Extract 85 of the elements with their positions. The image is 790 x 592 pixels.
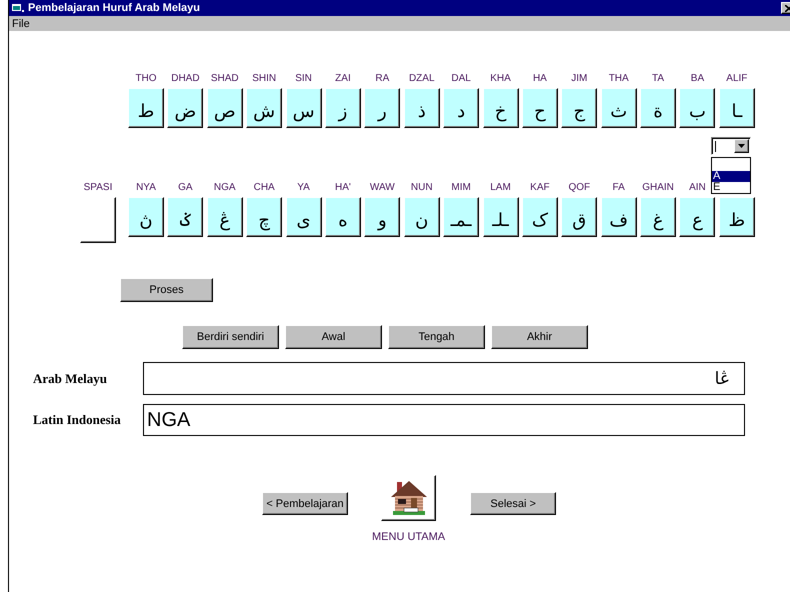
letter-label: QOF — [568, 181, 590, 195]
letter-key[interactable]: ـا — [718, 88, 755, 128]
dropdown-option[interactable]: A — [712, 171, 750, 182]
letter-label: THO — [135, 72, 157, 86]
letter-key[interactable]: ـلـ — [482, 197, 518, 237]
letter-label: HA — [532, 72, 547, 86]
next-button[interactable]: Selesai > — [470, 492, 556, 515]
letter-key[interactable]: ث — [600, 88, 637, 128]
letter-label: GA — [178, 181, 193, 195]
letter-key[interactable]: ک — [522, 197, 558, 237]
window-title: Pembelajaran Huruf Arab Melayu — [28, 2, 200, 14]
letter-label: ZAI — [335, 72, 351, 86]
letter-key[interactable]: ص — [206, 88, 243, 128]
letter-label: NYA — [136, 181, 156, 195]
letter-label: BA — [690, 72, 704, 86]
letter-key[interactable]: و — [364, 197, 400, 237]
dropdown-option[interactable]: E — [712, 182, 750, 193]
letter-key[interactable]: ط — [128, 88, 164, 128]
letter-key[interactable]: ض — [167, 88, 204, 128]
letter-key[interactable]: ف — [600, 197, 637, 237]
letter-key[interactable]: ب — [679, 88, 716, 128]
process-button[interactable]: Proses — [120, 278, 213, 302]
letter-key[interactable]: ة — [640, 88, 676, 128]
menu-item[interactable]: File — [12, 18, 30, 30]
letter-key[interactable]: ـمـ — [443, 197, 480, 237]
letter-key[interactable]: ݢ — [167, 197, 204, 237]
letter-label: CHA — [254, 181, 275, 195]
letter-label: DAL — [451, 72, 471, 86]
letter-key[interactable]: ش — [246, 88, 282, 128]
caret-icon — [738, 144, 745, 148]
letter-key[interactable]: ح — [522, 88, 558, 128]
letter-label: KHA — [490, 72, 511, 86]
back-button[interactable]: < Pembelajaran — [262, 492, 348, 515]
letter-key[interactable]: ن — [404, 197, 440, 237]
dropdown-button[interactable] — [734, 139, 749, 153]
letter-label: SIN — [295, 72, 312, 86]
letter-label: HA' — [335, 181, 351, 195]
position-button[interactable]: Awal — [285, 325, 382, 349]
text-field[interactable]: NGA — [143, 404, 745, 436]
letter-label: YA — [297, 181, 310, 195]
letter-key[interactable]: ز — [324, 88, 361, 128]
letter-key[interactable]: ڽ — [128, 197, 164, 237]
letter-key[interactable]: ر — [364, 88, 400, 128]
letter-label: MIM — [451, 181, 471, 195]
letter-key[interactable]: خ — [482, 88, 519, 128]
letter-key[interactable]: ع — [679, 197, 716, 237]
position-button[interactable]: Tengah — [388, 325, 485, 349]
position-button[interactable]: Akhir — [491, 325, 588, 349]
text-field[interactable]: ڠا — [143, 362, 745, 395]
letter-label: GHAIN — [642, 181, 674, 195]
letter-key[interactable]: ظ — [718, 197, 755, 237]
house-icon — [388, 479, 429, 517]
letter-label: NGA — [214, 181, 236, 195]
letter-label: AIN — [689, 181, 706, 195]
letter-label: LAM — [490, 181, 511, 195]
letter-label: SHAD — [210, 72, 239, 86]
letter-key[interactable]: ذ — [404, 88, 440, 128]
letter-key[interactable]: ج — [561, 88, 598, 128]
field-label: Arab Melayu — [32, 370, 108, 386]
letter-label: SHIN — [252, 72, 276, 86]
vowel-dropdown[interactable] — [711, 137, 751, 155]
letter-label: RA — [375, 72, 390, 86]
letter-label: NUN — [410, 181, 433, 195]
letter-key[interactable]: س — [286, 88, 322, 128]
letter-key[interactable]: د — [443, 88, 480, 128]
letter-key[interactable]: ه — [324, 197, 361, 237]
letter-key[interactable]: ق — [561, 197, 598, 237]
letter-label: ALIF — [726, 72, 748, 86]
window-icon — [12, 3, 24, 13]
letter-label: TA — [652, 72, 664, 86]
letter-label: KAF — [530, 181, 550, 195]
letter-label: WAW — [370, 181, 395, 195]
position-button[interactable]: Berdiri sendiri — [182, 325, 279, 349]
letter-key[interactable]: غ — [640, 197, 676, 237]
letter-label: JIM — [571, 72, 588, 86]
letter-label: THA — [608, 72, 629, 86]
letter-key[interactable]: ى — [286, 197, 322, 237]
letter-label: DHAD — [171, 72, 200, 86]
home-label: MENU UTAMA — [372, 531, 446, 543]
letter-key[interactable]: ڠ — [206, 197, 243, 237]
field-label: Latin Indonesia — [32, 412, 122, 428]
letter-label: SPASI — [84, 181, 112, 195]
letter-key[interactable]: چ — [246, 197, 282, 237]
letter-label: DZAL — [408, 72, 435, 86]
letter-label: FA — [612, 181, 625, 195]
